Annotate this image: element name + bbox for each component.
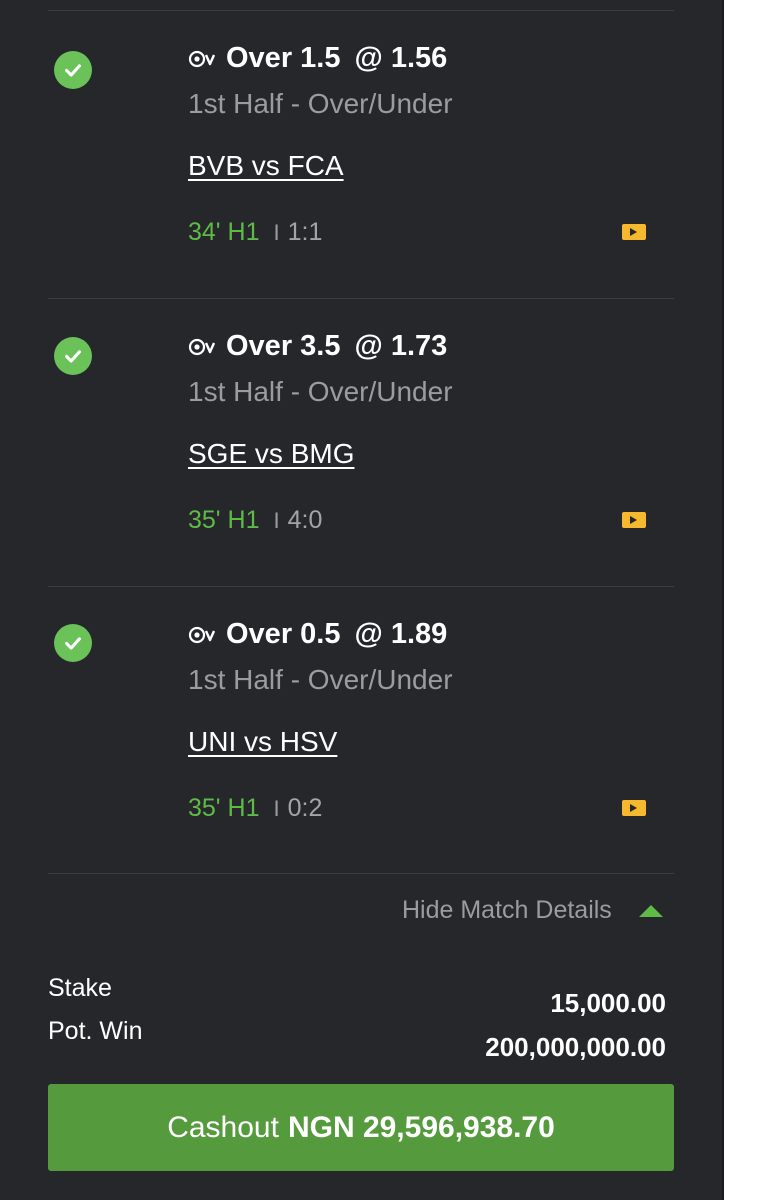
check-circle-icon	[54, 624, 92, 662]
match-score: 1:1	[287, 218, 323, 246]
separator: I	[273, 795, 280, 821]
live-status: 35' H1 I 4:0	[188, 506, 322, 535]
selection-name: Over 0.5	[226, 618, 341, 650]
live-status: 35' H1 I 0:2	[188, 794, 322, 823]
live-tv-icon[interactable]	[622, 800, 646, 816]
match-score: 0:2	[287, 794, 323, 822]
selection-odd: @ 1.73	[354, 330, 448, 362]
selection-name: Over 3.5	[226, 330, 341, 362]
bet-item: Over 0.5 @ 1.89 1st Half - Over/Under UN…	[0, 586, 722, 874]
match-time: 34' H1	[188, 218, 260, 246]
selection-odd: @ 1.56	[354, 42, 448, 74]
stake-label: Stake	[48, 974, 112, 1002]
live-tv-icon[interactable]	[622, 512, 646, 528]
cashout-amount: NGN 29,596,938.70	[287, 1110, 555, 1144]
live-status: 34' H1 I 1:1	[188, 218, 322, 247]
live-tv-icon[interactable]	[622, 224, 646, 240]
pot-win-label: Pot. Win	[48, 1017, 143, 1045]
market-name: 1st Half - Over/Under	[188, 376, 453, 407]
match-link[interactable]: UNI vs HSV	[188, 726, 337, 758]
soccer-ball-icon	[188, 625, 218, 645]
match-link[interactable]: BVB vs FCA	[188, 150, 344, 182]
market-name: 1st Half - Over/Under	[188, 664, 453, 695]
selection-name: Over 1.5	[226, 42, 341, 74]
toggle-label: Hide Match Details	[402, 896, 612, 924]
bet-item: Over 3.5 @ 1.73 1st Half - Over/Under SG…	[0, 298, 722, 586]
selection-line: Over 0.5 @ 1.89	[188, 618, 447, 651]
match-time: 35' H1	[188, 794, 260, 822]
cashout-button[interactable]: Cashout NGN 29,596,938.70	[48, 1084, 674, 1171]
market-name: 1st Half - Over/Under	[188, 88, 453, 119]
stake-value: 15,000.00	[550, 988, 666, 1018]
match-link[interactable]: SGE vs BMG	[188, 438, 354, 470]
soccer-ball-icon	[188, 49, 218, 69]
bet-item: Over 1.5 @ 1.56 1st Half - Over/Under BV…	[0, 10, 722, 298]
betslip-panel: Over 1.5 @ 1.56 1st Half - Over/Under BV…	[0, 0, 722, 1200]
separator: I	[273, 219, 280, 245]
match-score: 4:0	[287, 506, 323, 534]
selection-odd: @ 1.89	[354, 618, 448, 650]
match-time: 35' H1	[188, 506, 260, 534]
panel-border	[722, 0, 724, 1200]
cashout-label: Cashout	[167, 1110, 279, 1144]
divider	[48, 873, 674, 874]
check-circle-icon	[54, 51, 92, 89]
check-circle-icon	[54, 337, 92, 375]
soccer-ball-icon	[188, 337, 218, 357]
separator: I	[273, 507, 280, 533]
pot-win-value: 200,000,000.00	[485, 1032, 666, 1062]
hide-match-details-toggle[interactable]: Hide Match Details	[402, 896, 664, 925]
selection-line: Over 3.5 @ 1.73	[188, 330, 447, 363]
triangle-up-icon	[638, 904, 663, 917]
selection-line: Over 1.5 @ 1.56	[188, 42, 447, 75]
